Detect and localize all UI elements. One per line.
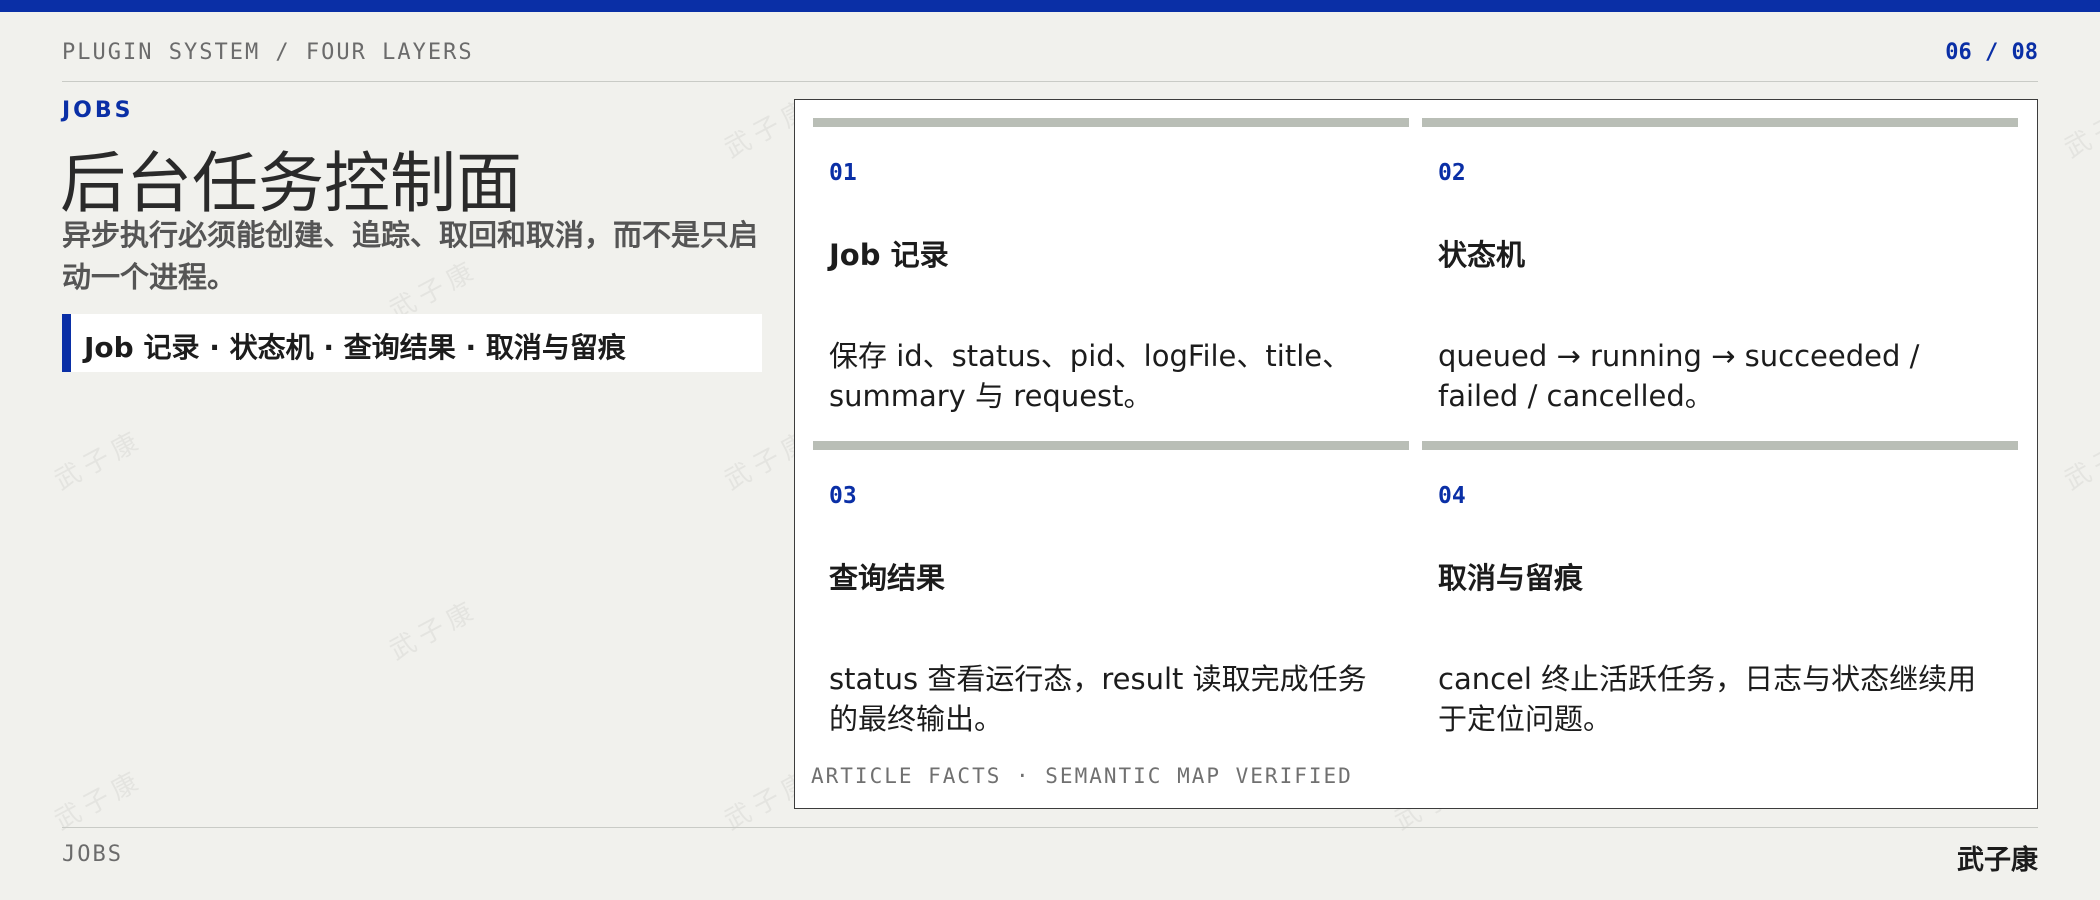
header-divider [62,81,2038,82]
breadcrumb: PLUGIN SYSTEM / FOUR LAYERS [62,40,474,65]
page-title: 后台任务控制面 [60,145,522,222]
card-body: queued → running → succeeded / failed / … [1438,339,1920,413]
card-title: 取消与留痕 [1438,561,1584,595]
watermark-text: 武子康 [2059,92,2100,165]
cards-panel: 01 Job 记录 保存 id、status、pid、logFile、title… [794,99,2038,809]
card-divider [813,441,1409,450]
summary-callout: Job 记录 · 状态机 · 查询结果 · 取消与留痕 [62,314,762,372]
watermark-text: 武子康 [49,424,149,497]
card-body: status 查看运行态，result 读取完成任务的最终输出。 [829,662,1367,736]
card-title: 查询结果 [829,561,946,595]
watermark-text: 武子康 [49,764,149,837]
card-body: 保存 id、status、pid、logFile、title、summary 与… [829,339,1352,413]
card-number: 03 [829,483,857,509]
page-counter: 06 / 08 [1945,40,2038,65]
panel-footer-note: ARTICLE FACTS · SEMANTIC MAP VERIFIED [811,764,1353,788]
card-divider [1422,118,2018,127]
footer-author: 武子康 [1957,845,2038,876]
card-divider [813,118,1409,127]
card-number: 01 [829,160,857,186]
card-title: Job 记录 [829,238,949,272]
summary-text: Job 记录 · 状态机 · 查询结果 · 取消与留痕 [84,331,626,364]
card-body: cancel 终止活跃任务，日志与状态继续用于定位问题。 [1438,662,1977,736]
top-accent-bar [0,0,2100,12]
footer-divider [62,827,2038,828]
section-kicker: JOBS [62,98,134,123]
page-subtitle: 异步执行必须能创建、追踪、取回和取消，而不是只启动一个进程。 [62,218,759,294]
card-divider [1422,441,2018,450]
watermark-text: 武子康 [384,594,484,667]
card-number: 02 [1438,160,1466,186]
footer-section-label: JOBS [62,842,123,867]
card-title: 状态机 [1438,238,1526,272]
card-number: 04 [1438,483,1466,509]
watermark-text: 武子康 [2059,424,2100,497]
